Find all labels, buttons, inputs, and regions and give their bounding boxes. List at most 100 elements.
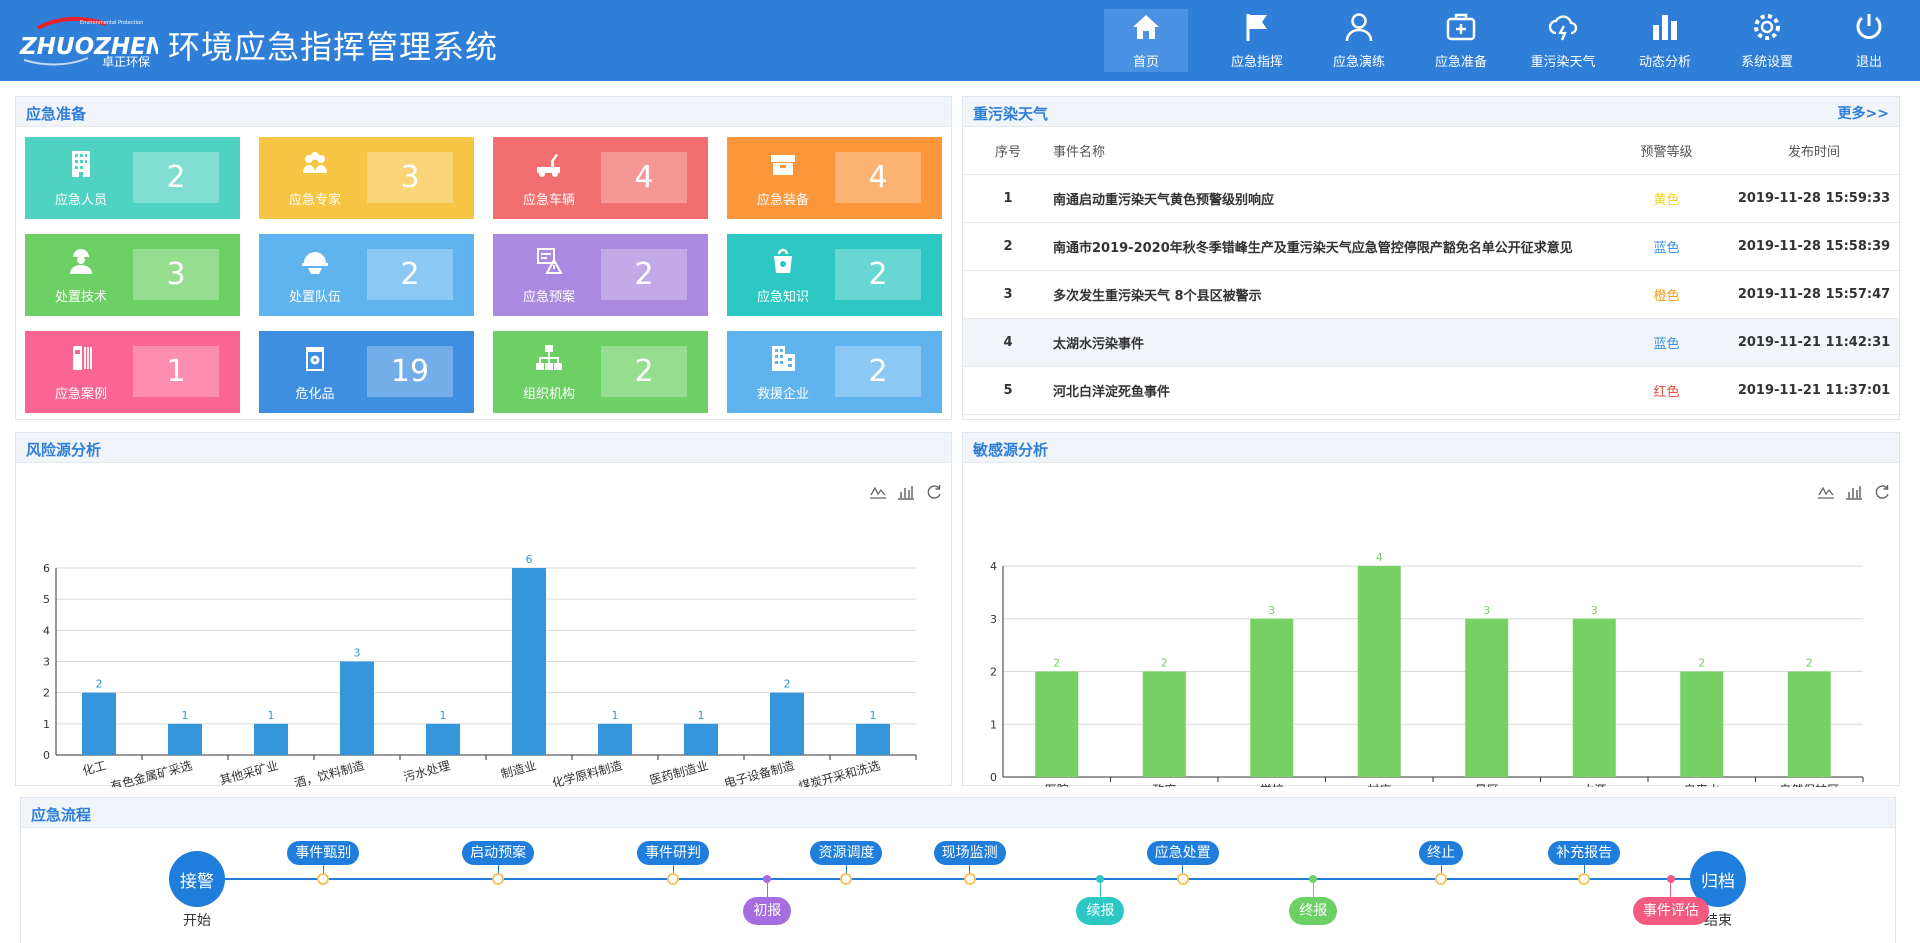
bar — [82, 692, 116, 755]
nav-item-2[interactable]: 应急演练 — [1308, 0, 1410, 81]
prep-tile-8[interactable]: 应急案例 1 — [25, 331, 240, 413]
brand-tag: Environmental Protection — [80, 20, 143, 26]
weather-panel: 重污染天气 更多>> 序号 事件名称 预警等级 发布时间 1 南通启动重污染天气黄… — [962, 96, 1900, 420]
row-event-name[interactable]: 太湖水污染事件 — [1053, 318, 1604, 367]
bar — [1465, 618, 1509, 777]
prep-tile-2[interactable]: 应急车辆 4 — [493, 137, 708, 219]
flow-step-1[interactable]: 启动预案 — [462, 841, 535, 865]
nav-item-4[interactable]: 重污染天气 — [1512, 0, 1614, 81]
brand-logo[interactable]: ZHUOZHENG Environmental Protection 卓正环保 — [18, 14, 184, 69]
flow-step-marker — [667, 873, 680, 885]
row-event-name[interactable]: 河北白洋淀死鱼事件 — [1053, 366, 1604, 415]
row-event-name[interactable]: 多次发生重污染天气 8个县区被警示 — [1053, 270, 1604, 319]
sensitive-bar-chart: 0 1 2 3 4 2 医院 2 政府 3 学校 4 村庄 3 景区 3 水源 2 自来水 2 自然保护区 — [990, 551, 1864, 787]
flag-icon — [1241, 11, 1273, 51]
flow-report-1[interactable]: 续报 — [1076, 897, 1125, 925]
x-tick-label: 煤炭开采和洗选 — [797, 758, 882, 787]
x-tick-label: 医院 — [1045, 783, 1069, 787]
nav-label: 系统设置 — [1740, 55, 1793, 70]
flow-step-0[interactable]: 事件甄别 — [287, 841, 360, 865]
flow-report-0[interactable]: 初报 — [743, 897, 792, 925]
data-label: 3 — [1483, 604, 1490, 617]
nav-label: 退出 — [1855, 55, 1882, 70]
nav-item-1[interactable]: 应急指挥 — [1206, 0, 1308, 81]
flow-report-2[interactable]: 终报 — [1289, 897, 1338, 925]
flow-step-marker — [963, 873, 976, 885]
nav-item-3[interactable]: 应急准备 — [1410, 0, 1512, 81]
table-row[interactable]: 5 河北白洋淀死鱼事件 红色 2019-11-21 11:37:01 — [963, 366, 1899, 415]
data-label: 1 — [268, 709, 275, 722]
nav-item-6[interactable]: 系统设置 — [1716, 0, 1818, 81]
flow-track: 接警 开始 归档 结束 事件甄别 启动预案 事件研判 资源调度 现场监测 应急处置 终止 补充报告 初报… — [21, 828, 1897, 943]
x-tick-label: 化工 — [81, 758, 108, 778]
data-label: 2 — [1698, 657, 1705, 670]
flow-step-5[interactable]: 应急处置 — [1146, 841, 1219, 865]
prep-tile-5[interactable]: 处置队伍 2 — [259, 234, 474, 316]
nav-label: 动态分析 — [1638, 55, 1691, 70]
flow-line — [197, 878, 1718, 880]
flow-step-6[interactable]: 终止 — [1419, 841, 1464, 865]
nav-item-7[interactable]: 退出 — [1818, 0, 1920, 81]
tile-label: 救援企业 — [756, 387, 809, 402]
prep-tile-11[interactable]: 救援企业 2 — [727, 331, 942, 413]
bar — [254, 723, 288, 755]
prep-panel-header: 应急准备 — [16, 97, 951, 127]
prep-tile-6[interactable]: 应急预案 2 — [493, 234, 708, 316]
y-tick-label: 1 — [990, 718, 997, 731]
table-row[interactable]: 2 南通市2019-2020年秋冬季错峰生产及重污染天气应急管控停限产豁免名单公开… — [963, 222, 1899, 271]
data-label: 2 — [784, 678, 791, 691]
nav-item-5[interactable]: 动态分析 — [1614, 0, 1716, 81]
nav-label: 应急准备 — [1434, 55, 1487, 70]
hazmat-barrel-icon — [287, 343, 343, 377]
row-event-name[interactable]: 南通启动重污染天气黄色预警级别响应 — [1053, 174, 1604, 223]
table-row[interactable]: 4 太湖水污染事件 蓝色 2019-11-21 11:42:31 — [963, 318, 1899, 367]
prep-tile-1[interactable]: 应急专家 3 — [259, 137, 474, 219]
flow-step-7[interactable]: 补充报告 — [1548, 841, 1621, 865]
flow-start-node[interactable]: 接警 — [169, 851, 225, 907]
tile-count: 4 — [835, 152, 921, 203]
bar — [1572, 618, 1616, 777]
y-tick-label: 3 — [990, 613, 997, 626]
more-link[interactable]: 更多>> — [1838, 103, 1889, 123]
prep-tile-3[interactable]: 应急装备 4 — [727, 137, 942, 219]
data-label: 3 — [1268, 604, 1275, 617]
org-chart-icon — [521, 343, 577, 377]
y-tick-label: 4 — [990, 560, 997, 573]
table-row[interactable]: 1 南通启动重污染天气黄色预警级别响应 黄色 2019-11-28 15:59:33 — [963, 174, 1899, 223]
row-level: 红色 — [1604, 366, 1729, 415]
flow-step-4[interactable]: 现场监测 — [933, 841, 1006, 865]
tile-label: 应急知识 — [756, 290, 809, 305]
tile-count: 2 — [601, 346, 687, 397]
sensitive-panel: 敏感源分析 0 1 2 3 4 2 医院 2 政府 3 学校 4 村庄 3 景区 3 水源 2 自来水 2 自然保护区 — [962, 432, 1900, 787]
prep-tile-10[interactable]: 组织机构 2 — [493, 331, 708, 413]
table-row[interactable]: 3 多次发生重污染天气 8个县区被警示 橙色 2019-11-28 15:57:47 — [963, 270, 1899, 319]
tile-count: 2 — [835, 346, 921, 397]
y-tick-label: 0 — [43, 749, 50, 762]
flow-step-3[interactable]: 资源调度 — [810, 841, 883, 865]
case-file-icon — [53, 343, 109, 377]
weather-panel-title: 重污染天气 — [973, 105, 1049, 123]
tile-label: 应急人员 — [54, 193, 107, 208]
risk-panel-title: 风险源分析 — [26, 441, 102, 459]
flow-report-3[interactable]: 事件评估 — [1632, 897, 1709, 925]
x-tick-label: 自然保护区 — [1779, 782, 1839, 787]
data-label: 2 — [1053, 657, 1060, 670]
flow-step-2[interactable]: 事件研判 — [637, 841, 710, 865]
tile-label: 应急车辆 — [522, 193, 575, 208]
prep-tile-7[interactable]: 应急知识 2 — [727, 234, 942, 316]
prep-tile-9[interactable]: 危化品 19 — [259, 331, 474, 413]
prep-tile-4[interactable]: 处置技术 3 — [25, 234, 240, 316]
data-label: 1 — [440, 709, 447, 722]
bar — [598, 723, 632, 755]
nav-item-0[interactable]: 首页 — [1104, 9, 1188, 72]
row-event-name[interactable]: 南通市2019-2020年秋冬季错峰生产及重污染天气应急管控停限产豁免名单公开征… — [1053, 222, 1604, 271]
flow-report-marker — [1666, 875, 1675, 883]
col-level: 预警等级 — [1604, 127, 1729, 175]
equipment-box-icon — [755, 149, 811, 183]
row-time: 2019-11-28 15:57:47 — [1729, 270, 1899, 319]
row-time: 2019-11-28 15:59:33 — [1729, 174, 1899, 223]
prep-tile-0[interactable]: 应急人员 2 — [25, 137, 240, 219]
nav-label: 重污染天气 — [1530, 55, 1596, 70]
tile-count: 1 — [133, 346, 219, 397]
y-tick-label: 5 — [43, 593, 50, 606]
